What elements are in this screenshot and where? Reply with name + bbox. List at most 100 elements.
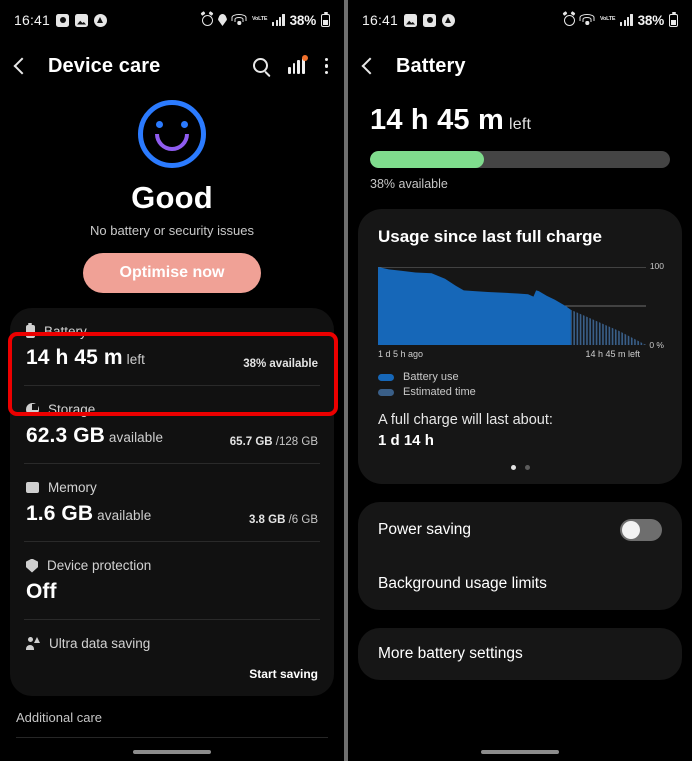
page-dot-2[interactable] (524, 465, 530, 470)
setting-row-more-battery-settings[interactable]: More battery settings (358, 628, 682, 680)
list-item-ultra-data-saving[interactable]: Ultra data saving Start saving (24, 619, 320, 696)
home-indicator[interactable] (481, 750, 559, 754)
legend-label: Battery use (403, 371, 459, 383)
row-note-total: /128 GB (272, 436, 318, 448)
status-bar-clock: 16:41 (362, 12, 399, 28)
row-label: Ultra data saving (49, 636, 151, 651)
full-charge-estimate: A full charge will last about: 1 d 14 h (378, 412, 662, 449)
power-saving-toggle[interactable] (620, 519, 662, 541)
setting-label: Power saving (378, 521, 472, 538)
setting-row-power-saving[interactable]: Power saving (358, 502, 682, 558)
start-saving-button[interactable]: Start saving (249, 667, 318, 681)
screenshot-root: 16:41 VoLTE 38% Device care Good No batt… (0, 0, 692, 761)
camera-icon (56, 13, 70, 27)
chart-xtick-start: 1 d 5 h ago (378, 349, 424, 359)
row-value-unit: available (97, 508, 152, 523)
battery-level-bar (370, 151, 670, 168)
page-title: Device care (48, 54, 161, 77)
status-battery-percent: 38% (637, 12, 665, 28)
row-note: 3.8 GB /6 GB (249, 514, 318, 526)
row-value-unit: left (126, 352, 146, 367)
chart-ytick-bottom: 0 % (649, 340, 664, 350)
usage-card: Usage since last full charge 100 0 % 1 d… (358, 209, 682, 484)
chart-legend: Battery use Estimated time (378, 371, 662, 398)
more-battery-settings-card: More battery settings (358, 628, 682, 680)
search-icon[interactable] (253, 58, 269, 74)
status-title: Good (131, 180, 213, 215)
app-bar-actions (253, 54, 328, 75)
list-item-memory[interactable]: Memory 1.6 GB available 3.8 GB /6 GB (24, 463, 320, 541)
status-bar-left: 16:41 (14, 12, 108, 28)
smiley-mouth (155, 134, 189, 151)
row-value-number: 1.6 GB (26, 502, 94, 525)
device-status-hero: Good No battery or security issues Optim… (0, 92, 344, 293)
page-title: Battery (396, 54, 466, 77)
more-options-icon[interactable] (324, 57, 328, 75)
volte-icon: VoLTE (251, 16, 268, 23)
battery-screen: 16:41 VoLTE 38% Battery 14 h 45 m left 38… (346, 0, 692, 761)
row-note-used: 3.8 GB (248, 514, 286, 526)
row-label: Memory (48, 480, 97, 495)
shield-icon (26, 558, 38, 573)
alarm-icon (201, 14, 213, 26)
status-battery-percent: 38% (289, 12, 317, 28)
row-header: Device protection (26, 558, 318, 573)
back-icon[interactable] (361, 57, 379, 75)
status-battery-icon (321, 11, 330, 27)
home-indicator[interactable] (133, 750, 211, 754)
page-dot-1[interactable] (510, 465, 516, 470)
row-header: Memory (26, 480, 318, 495)
status-bar-right: VoLTE 38% (563, 11, 678, 28)
android-auto-icon (94, 13, 108, 27)
memory-icon (26, 482, 39, 493)
row-value: 14 h 45 m left (26, 346, 145, 370)
battery-level-fill (370, 151, 484, 168)
setting-row-background-usage-limits[interactable]: Background usage limits (358, 558, 682, 610)
bar-chart-icon[interactable] (288, 54, 308, 74)
row-value: 62.3 GB available (26, 424, 163, 448)
list-item-device-protection[interactable]: Device protection Off (24, 541, 320, 619)
row-note: 38% available (243, 358, 318, 370)
row-value: Off (26, 580, 57, 603)
back-icon[interactable] (13, 57, 31, 75)
smiley-face-icon (138, 100, 206, 168)
list-item-storage[interactable]: Storage 62.3 GB available 65.7 GB /128 GB (24, 385, 320, 463)
legend-item-battery-use: Battery use (378, 371, 662, 383)
page-indicator[interactable] (378, 465, 662, 470)
row-body: Start saving (26, 658, 318, 681)
row-label: Device protection (47, 558, 152, 573)
row-right: 38% available (243, 349, 318, 370)
battery-remaining-value: 14 h 45 m (370, 104, 504, 136)
app-bar: Battery (348, 40, 692, 92)
row-body: 1.6 GB available 3.8 GB /6 GB (26, 502, 318, 526)
battery-usage-chart: 100 0 % (378, 261, 664, 350)
list-item-battery[interactable]: Battery 14 h 45 m left 38% available (24, 308, 320, 385)
status-bar-left: 16:41 (362, 12, 456, 28)
row-label: Storage (48, 402, 96, 417)
usage-card-title: Usage since last full charge (378, 227, 602, 246)
status-bar-clock: 16:41 (14, 12, 51, 28)
location-pin-icon (217, 14, 227, 26)
status-bar: 16:41 VoLTE 38% (348, 0, 692, 40)
optimise-now-button[interactable]: Optimise now (83, 253, 261, 293)
status-subtitle: No battery or security issues (89, 223, 254, 238)
row-label: Battery (44, 324, 87, 339)
legend-label: Estimated time (403, 386, 476, 398)
row-header: Ultra data saving (26, 636, 318, 651)
smiley-eye-right (181, 121, 188, 128)
data-saving-icon (26, 637, 40, 650)
row-body: 62.3 GB available 65.7 GB /128 GB (26, 424, 318, 448)
additional-care-link[interactable]: Additional care (16, 710, 328, 738)
device-care-list-card: Battery 14 h 45 m left 38% available Stor… (10, 308, 334, 696)
gallery-icon (404, 13, 418, 27)
android-auto-icon (442, 13, 456, 27)
battery-settings-card: Power saving Background usage limits (358, 502, 682, 610)
full-charge-label: A full charge will last about: (378, 412, 553, 428)
chart-ytick-top: 100 (649, 261, 664, 271)
chart-xtick-end: 14 h 45 m left (585, 349, 640, 359)
wifi-icon (231, 14, 247, 26)
battery-summary: 14 h 45 m left 38% available (348, 92, 692, 191)
device-care-screen: 16:41 VoLTE 38% Device care Good No batt… (0, 0, 346, 761)
storage-icon (26, 403, 39, 416)
row-note-used: 65.7 GB (229, 436, 273, 448)
